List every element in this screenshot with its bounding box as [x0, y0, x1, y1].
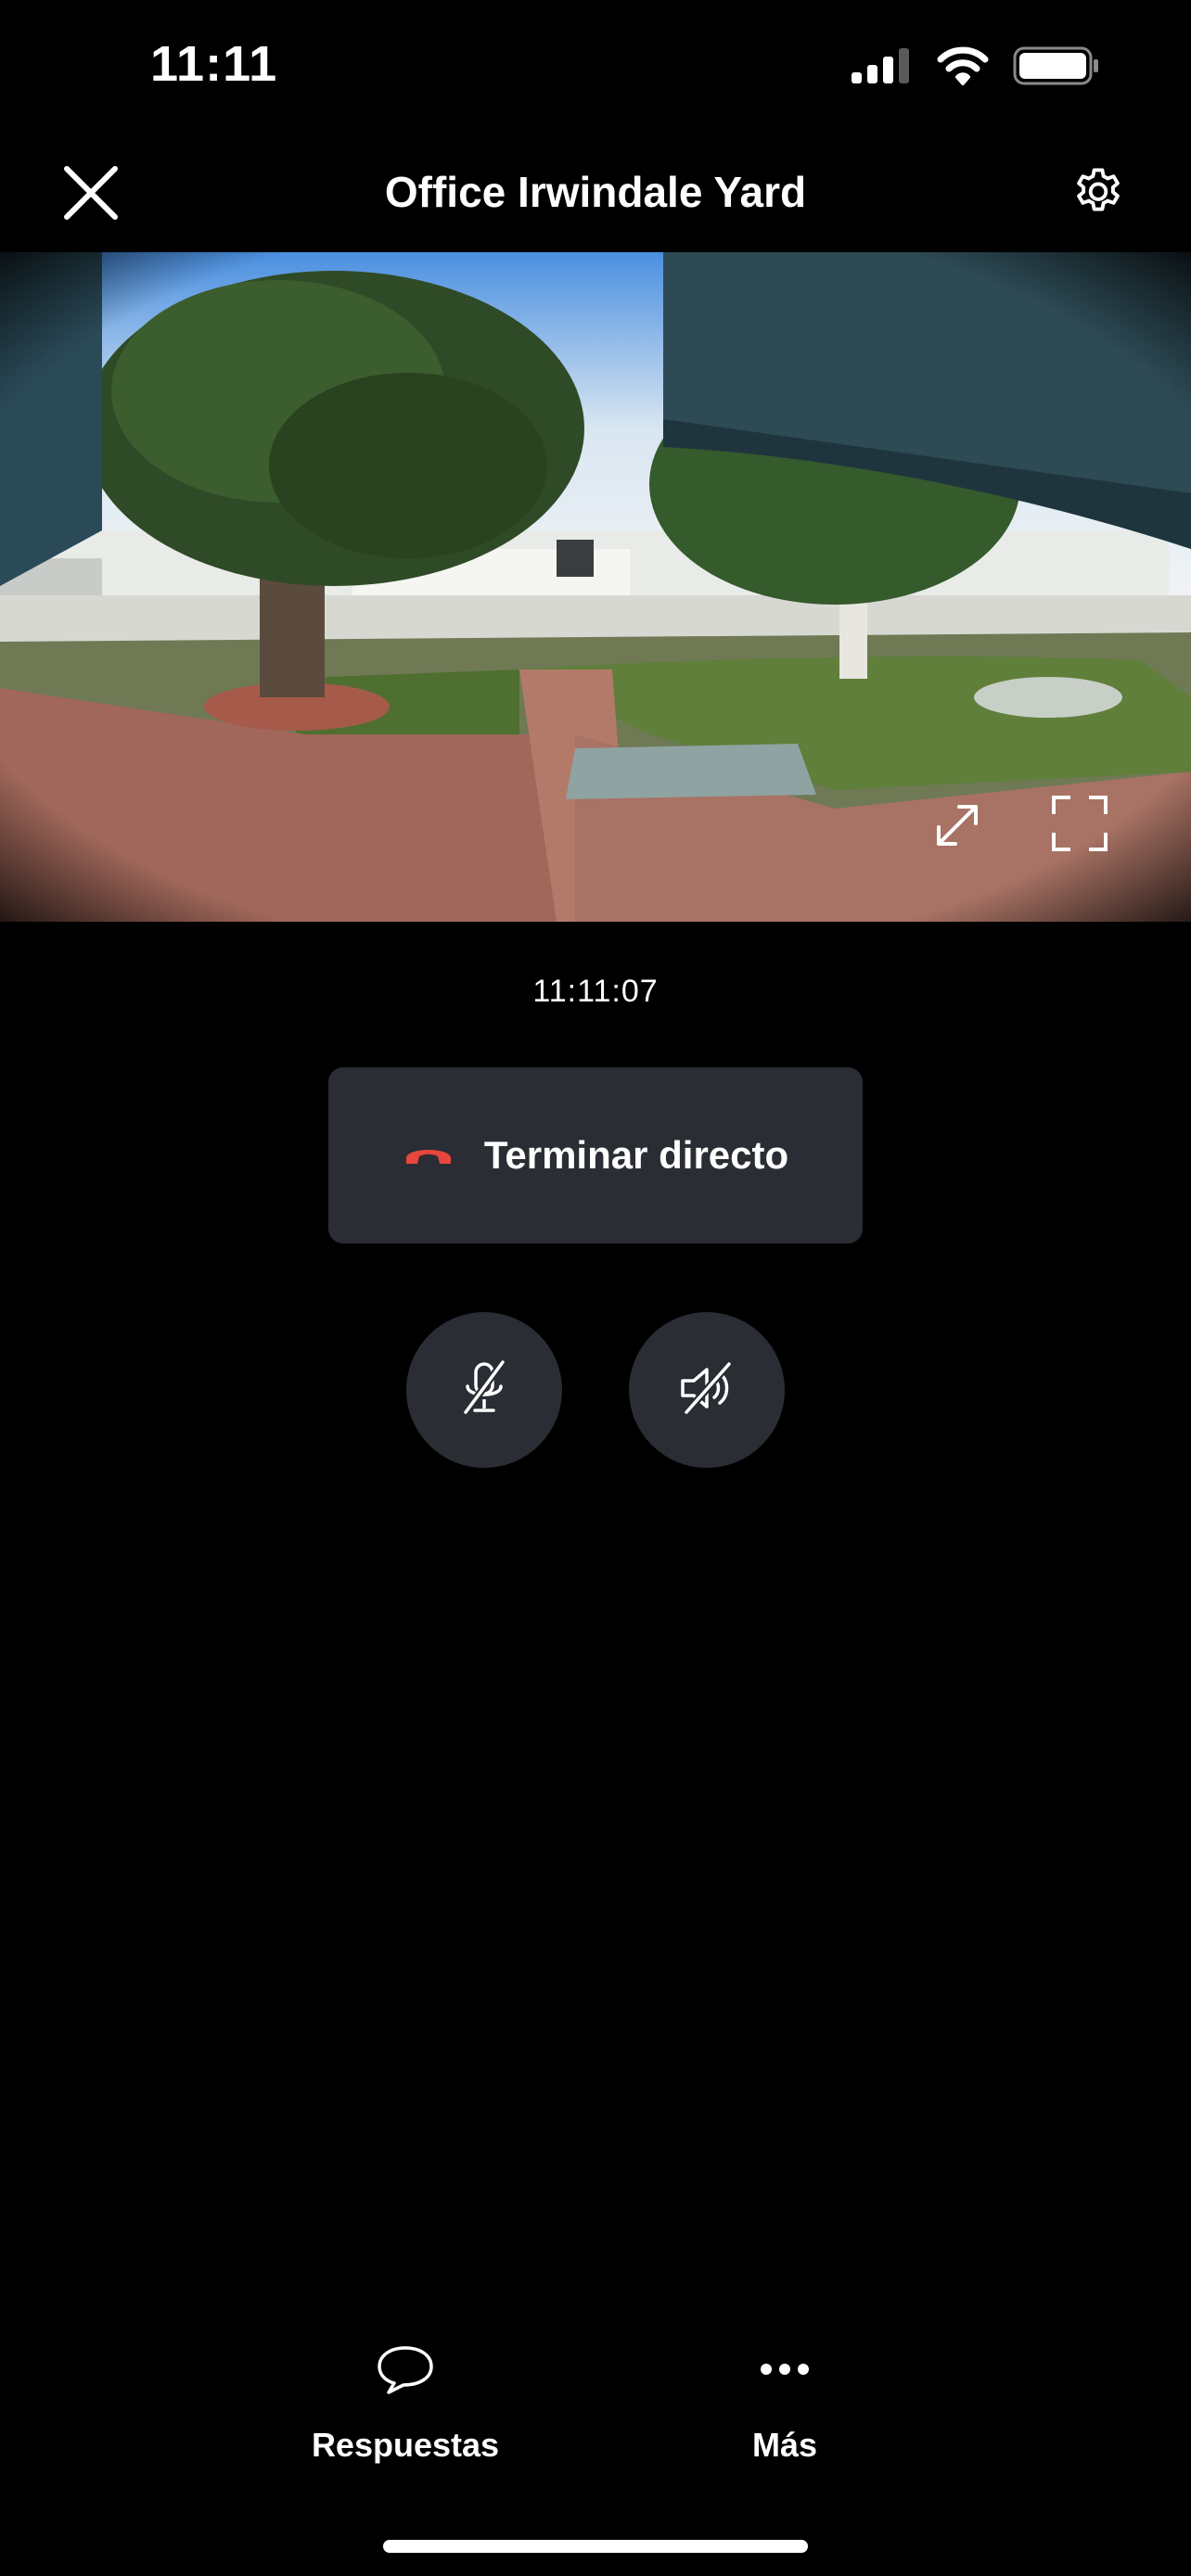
home-indicator[interactable]	[383, 2540, 808, 2553]
mic-muted-icon	[456, 1358, 512, 1422]
hang-up-icon	[403, 1140, 455, 1172]
expand-icon	[931, 799, 983, 856]
speech-bubble-icon	[376, 2318, 435, 2420]
gear-icon	[1069, 164, 1127, 226]
speaker-muted-icon	[677, 1360, 736, 1421]
wifi-icon	[937, 46, 989, 90]
mic-toggle-button[interactable]	[406, 1312, 562, 1468]
more-button[interactable]: Más	[664, 2318, 905, 2485]
close-icon	[63, 165, 119, 225]
cellular-signal-icon	[852, 48, 913, 88]
fullscreen-button[interactable]	[1043, 788, 1117, 862]
status-bar: 11:11	[0, 0, 1191, 139]
quick-replies-label: Respuestas	[311, 2426, 500, 2464]
expand-button[interactable]	[920, 790, 994, 864]
end-live-label: Terminar directo	[483, 1133, 789, 1177]
page-title: Office Irwindale Yard	[384, 168, 807, 216]
quick-replies-button[interactable]: Respuestas	[285, 2318, 526, 2485]
settings-button[interactable]	[1061, 158, 1135, 232]
speaker-toggle-button[interactable]	[629, 1312, 785, 1468]
close-button[interactable]	[56, 159, 126, 230]
status-time: 11:11	[150, 36, 278, 92]
live-timestamp: 11:11:07	[532, 974, 659, 1009]
fullscreen-icon	[1050, 794, 1109, 858]
camera-live-view[interactable]	[0, 252, 1191, 922]
battery-icon	[1013, 46, 1100, 90]
header: Office Irwindale Yard	[0, 139, 1191, 252]
more-label: Más	[751, 2426, 818, 2464]
status-icons	[852, 46, 1100, 90]
end-live-button[interactable]: Terminar directo	[328, 1067, 863, 1243]
more-dots-icon	[759, 2318, 811, 2420]
camera-image	[0, 252, 1191, 922]
